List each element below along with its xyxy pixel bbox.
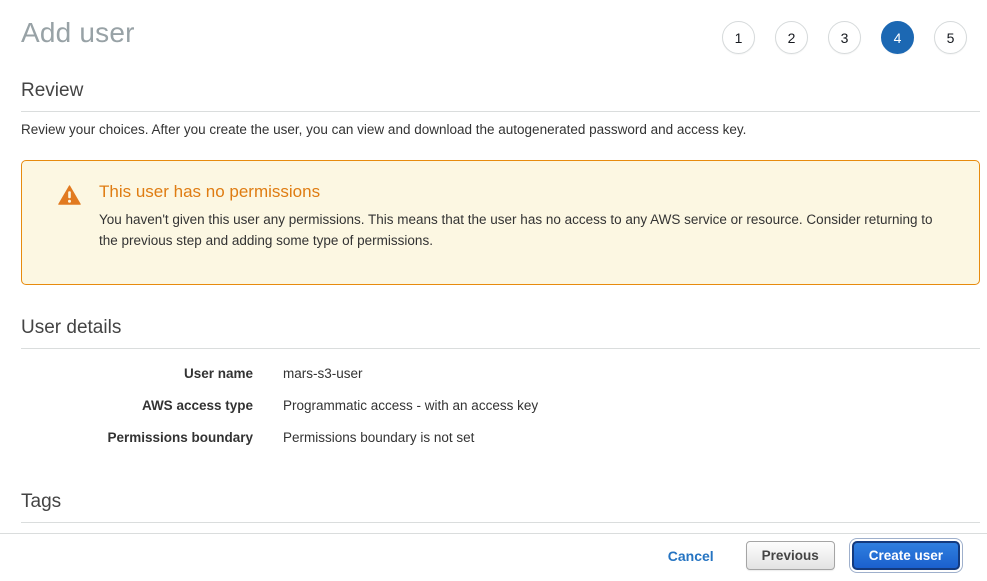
step-1[interactable]: 1 bbox=[722, 21, 755, 54]
step-3[interactable]: 3 bbox=[828, 21, 861, 54]
wizard-footer: Cancel Previous Create user bbox=[0, 533, 987, 581]
warning-triangle-icon bbox=[34, 182, 99, 254]
wizard-header: Add user 1 2 3 4 5 bbox=[0, 0, 987, 54]
review-description: Review your choices. After you create th… bbox=[21, 122, 980, 137]
cancel-button[interactable]: Cancel bbox=[668, 548, 714, 564]
detail-value-user-name: mars-s3-user bbox=[283, 366, 363, 381]
user-details-heading: User details bbox=[21, 317, 980, 349]
warning-content: This user has no permissions You haven't… bbox=[99, 182, 949, 254]
user-details-table: User name mars-s3-user AWS access type P… bbox=[21, 366, 980, 445]
step-4[interactable]: 4 bbox=[881, 21, 914, 54]
warning-title: This user has no permissions bbox=[99, 182, 949, 202]
no-permissions-warning: This user has no permissions You haven't… bbox=[21, 160, 980, 285]
step-indicator: 1 2 3 4 5 bbox=[722, 21, 967, 54]
table-row: Permissions boundary Permissions boundar… bbox=[21, 430, 980, 445]
detail-label-access-type: AWS access type bbox=[21, 398, 253, 413]
previous-button[interactable]: Previous bbox=[746, 541, 835, 570]
main-content: Review Review your choices. After you cr… bbox=[0, 80, 987, 552]
warning-body: You haven't given this user any permissi… bbox=[99, 209, 949, 251]
step-2[interactable]: 2 bbox=[775, 21, 808, 54]
review-heading: Review bbox=[21, 80, 980, 112]
detail-value-access-type: Programmatic access - with an access key bbox=[283, 398, 538, 413]
create-user-button[interactable]: Create user bbox=[852, 541, 960, 570]
table-row: AWS access type Programmatic access - wi… bbox=[21, 398, 980, 413]
detail-label-permissions-boundary: Permissions boundary bbox=[21, 430, 253, 445]
tags-heading: Tags bbox=[21, 491, 980, 523]
detail-label-user-name: User name bbox=[21, 366, 253, 381]
step-5[interactable]: 5 bbox=[934, 21, 967, 54]
table-row: User name mars-s3-user bbox=[21, 366, 980, 381]
detail-value-permissions-boundary: Permissions boundary is not set bbox=[283, 430, 474, 445]
page-title: Add user bbox=[21, 17, 135, 49]
